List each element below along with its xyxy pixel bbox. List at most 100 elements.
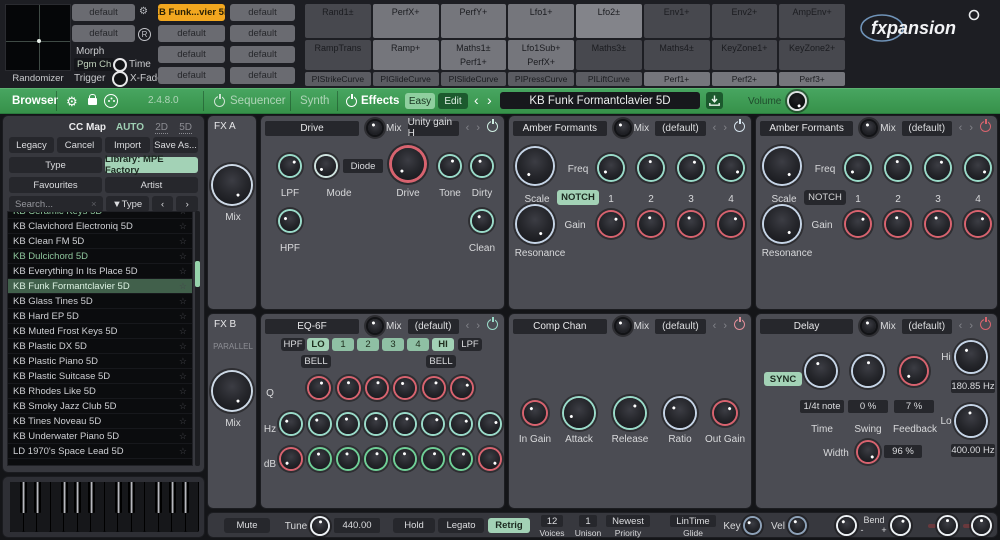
preset-list-item[interactable]: KB Dulcichord 5D☆ xyxy=(8,249,192,264)
eq-db-knob-1[interactable] xyxy=(281,449,301,469)
eq-bell-button-hi[interactable]: BELL xyxy=(426,355,456,368)
formant-gain-knob-4[interactable] xyxy=(966,212,990,236)
favourite-star-icon[interactable]: ☆ xyxy=(179,386,187,397)
delay-hi-knob[interactable] xyxy=(956,342,986,372)
formant-resonance-knob[interactable] xyxy=(517,206,553,242)
browser-action-cancel[interactable]: Cancel xyxy=(57,137,102,153)
mod-matrix-cell[interactable]: KeyZone1+ xyxy=(712,40,778,70)
comp-power-icon[interactable] xyxy=(734,319,745,330)
favourite-star-icon[interactable]: ☆ xyxy=(179,311,187,322)
preset-slot[interactable]: default xyxy=(230,25,295,42)
favourite-star-icon[interactable]: ☆ xyxy=(179,401,187,412)
glide-value[interactable]: LinTime xyxy=(670,515,716,527)
scrollbar-thumb[interactable] xyxy=(195,261,200,287)
vel-knob[interactable] xyxy=(790,518,805,533)
unison-value[interactable]: 1 xyxy=(579,515,597,527)
drive-hpf-knob[interactable] xyxy=(280,211,300,231)
mod-matrix-cell[interactable]: Perf1+ xyxy=(644,72,710,86)
preset-list-item[interactable]: LD 1970's Space Lead 5D☆ xyxy=(8,444,192,459)
effects-tab[interactable]: Effects xyxy=(361,95,399,107)
preset-list-item[interactable]: KB Ceramic Keys 5D☆ xyxy=(8,211,192,219)
type-filter-button[interactable]: Type xyxy=(9,157,102,173)
formant-scale-knob[interactable] xyxy=(764,148,800,184)
eq-q-knob-3[interactable] xyxy=(367,378,387,398)
mod-matrix-cell[interactable]: PIPressCurve xyxy=(508,72,574,86)
formant-freq-knob-2[interactable] xyxy=(886,156,910,180)
black-key[interactable] xyxy=(34,482,41,513)
comp-knob-out-gain[interactable] xyxy=(714,402,736,424)
formant-notch-button[interactable]: NOTCH xyxy=(557,190,599,205)
randomize-gear-icon[interactable]: ⚙ xyxy=(139,6,148,17)
comp-prev-arrow[interactable]: ‹ xyxy=(713,320,717,332)
clear-search-icon[interactable]: × xyxy=(91,199,97,210)
delay-title[interactable]: Delay xyxy=(760,319,853,334)
eq-bell-button-lo[interactable]: BELL xyxy=(301,355,331,368)
preset-list-item[interactable]: KB Muted Frost Keys 5D☆ xyxy=(8,324,192,339)
volume-knob[interactable] xyxy=(789,93,805,109)
preset-list-item[interactable]: KB Underwater Piano 5D☆ xyxy=(8,429,192,444)
formant-freq-knob-3[interactable] xyxy=(679,156,703,180)
formant-freq-knob-4[interactable] xyxy=(966,156,990,180)
black-key[interactable] xyxy=(169,482,176,513)
drive-drive-knob[interactable] xyxy=(392,148,424,180)
r-badge-icon[interactable]: R xyxy=(138,28,151,41)
black-key[interactable] xyxy=(88,482,95,513)
legato-button[interactable]: Legato xyxy=(438,518,484,533)
preset-list-item[interactable]: KB Clavichord Electroniq 5D☆ xyxy=(8,219,192,234)
delay-time-knob[interactable] xyxy=(806,356,836,386)
formant1-power-icon[interactable] xyxy=(734,121,745,132)
delay-feedback-knob[interactable] xyxy=(901,358,927,384)
prev-page-button[interactable]: ‹ xyxy=(152,196,174,212)
preset-list-item[interactable]: KB Rhodes Like 5D☆ xyxy=(8,384,192,399)
favourites-button[interactable]: Favourites xyxy=(9,177,102,193)
preset-slot[interactable]: default xyxy=(158,46,225,63)
formant-freq-knob-1[interactable] xyxy=(599,156,623,180)
favourite-star-icon[interactable]: ☆ xyxy=(179,356,187,367)
mod-matrix-cell[interactable]: PIGlideCurve xyxy=(373,72,439,86)
eq-next-arrow[interactable]: › xyxy=(476,320,480,332)
browser-action-import[interactable]: Import xyxy=(105,137,150,153)
formant2-preset-selector[interactable]: (default) xyxy=(902,121,952,136)
black-key[interactable] xyxy=(20,482,27,513)
eq-preset-selector[interactable]: (default) xyxy=(408,319,459,334)
lock-icon[interactable] xyxy=(88,98,97,105)
search-input[interactable]: Search... × xyxy=(9,196,103,212)
formant1-title[interactable]: Amber Formants xyxy=(513,121,607,136)
easy-mode-button[interactable]: Easy xyxy=(405,93,435,109)
comp-title[interactable]: Comp Chan xyxy=(513,319,607,334)
midi-icon[interactable] xyxy=(104,94,118,108)
settings-gear-icon[interactable]: ⚙ xyxy=(66,94,78,110)
delay-feedback-value[interactable]: 7 % xyxy=(894,400,934,413)
eq-hz-knob-6[interactable] xyxy=(423,414,443,434)
eq-q-knob-4[interactable] xyxy=(395,378,415,398)
mod-matrix-cell[interactable]: Lfo1Sub+PerfX+ xyxy=(508,40,574,70)
delay-power-icon[interactable] xyxy=(980,319,991,330)
favourite-star-icon[interactable]: ☆ xyxy=(179,211,187,217)
eq-band-button-lpf[interactable]: LPF xyxy=(458,338,482,351)
eq-band-button-4[interactable]: 4 xyxy=(407,338,429,351)
2d-tab[interactable]: 2D xyxy=(155,122,168,134)
preset-slot[interactable]: default xyxy=(230,4,295,21)
bend-plus-knob[interactable] xyxy=(892,517,909,534)
favourite-star-icon[interactable]: ☆ xyxy=(179,266,187,277)
favourite-star-icon[interactable]: ☆ xyxy=(179,236,187,247)
delay-swing-value[interactable]: 0 % xyxy=(848,400,888,413)
preset-slot[interactable]: default xyxy=(230,46,295,63)
drive-next-arrow[interactable]: › xyxy=(476,122,480,134)
formant-gain-knob-1[interactable] xyxy=(599,212,623,236)
mod-matrix-cell[interactable]: PILiftCurve xyxy=(576,72,642,86)
comp-mix-knob[interactable] xyxy=(616,319,630,333)
preset-list-item[interactable]: KB Smoky Jazz Club 5D☆ xyxy=(8,399,192,414)
drive-tone-knob[interactable] xyxy=(440,156,460,176)
mute-button[interactable]: Mute xyxy=(224,518,270,533)
eq-hz-knob-7[interactable] xyxy=(451,414,471,434)
delay-time-value[interactable]: 1/4t note xyxy=(800,400,844,413)
preset-list-scrollbar[interactable] xyxy=(195,211,200,466)
black-key[interactable] xyxy=(115,482,122,513)
formant-freq-knob-1[interactable] xyxy=(846,156,870,180)
mod-matrix-cell[interactable]: Lfo1+ xyxy=(508,4,574,38)
piano-keyboard[interactable] xyxy=(10,482,197,532)
formant-scale-knob[interactable] xyxy=(517,148,553,184)
priority-value[interactable]: Newest xyxy=(606,515,650,527)
formant-gain-knob-4[interactable] xyxy=(719,212,743,236)
